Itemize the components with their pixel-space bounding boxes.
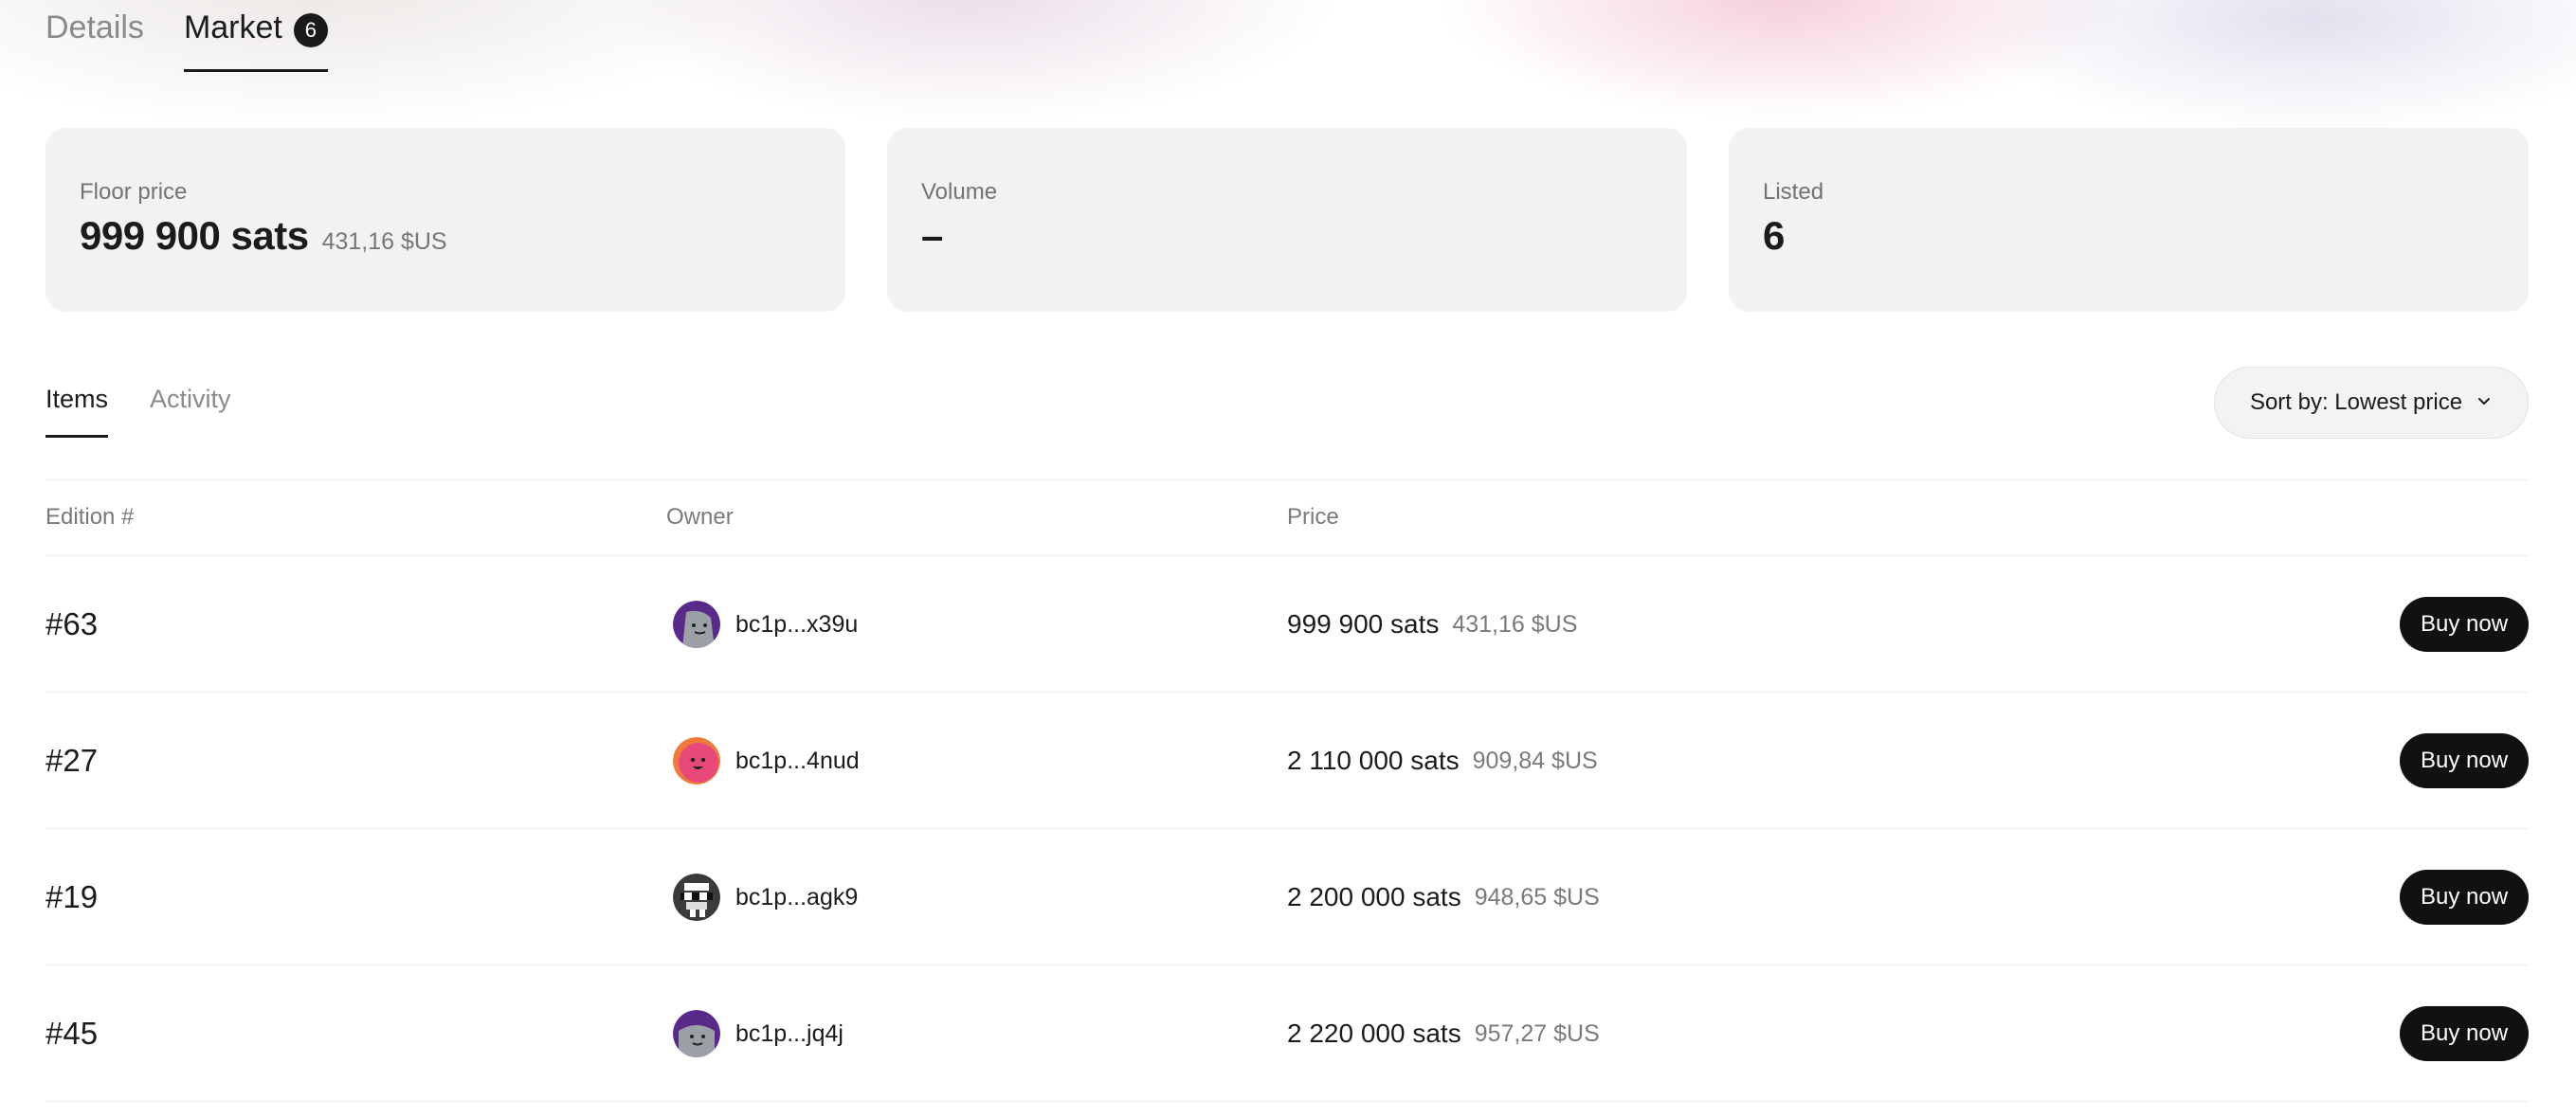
table-row: #45 bc1p...jq4j 2 220 000 sats 957,27 $U… <box>45 965 2529 1102</box>
black-white-pixel-avatar-icon <box>673 874 720 921</box>
volume-value: – <box>921 213 943 258</box>
buy-now-button[interactable]: Buy now <box>2400 870 2529 925</box>
market-page: Details Market 6 Floor price 999 900 sat… <box>0 0 2576 1118</box>
listed-label: Listed <box>1763 179 1824 205</box>
table-row: #19 bc1p...agk9 2 200 000 sats 948,65 $U… <box>45 829 2529 965</box>
tab-market[interactable]: Market 6 <box>183 9 328 72</box>
tab-details[interactable]: Details <box>45 9 144 72</box>
volume-label: Volume <box>921 179 998 205</box>
price-sats: 999 900 sats <box>1287 609 1440 639</box>
stats-row: Floor price 999 900 sats 431,16 $US Volu… <box>45 128 2529 312</box>
floor-price-usd: 431,16 $US <box>321 228 447 255</box>
tab-activity[interactable]: Activity <box>150 385 231 438</box>
edition-number: #27 <box>45 743 99 778</box>
buy-now-button[interactable]: Buy now <box>2400 597 2529 652</box>
column-header-price: Price <box>1287 504 1339 530</box>
owner-address: bc1p...jq4j <box>735 1019 844 1047</box>
purple-grey-avatar-icon <box>673 1010 720 1057</box>
listed-card: Listed 6 <box>1729 128 2529 312</box>
price-sats: 2 220 000 sats <box>1287 1019 1461 1048</box>
owner-link[interactable]: bc1p...jq4j <box>673 965 844 1102</box>
owner-link[interactable]: bc1p...agk9 <box>673 829 858 965</box>
listed-value: 6 <box>1763 213 1785 258</box>
divider <box>45 479 2529 480</box>
tab-items[interactable]: Items <box>45 385 109 438</box>
price-cell: 2 110 000 sats 909,84 $US <box>1287 693 1598 829</box>
price-sats: 2 110 000 sats <box>1287 746 1460 775</box>
price-usd: 431,16 $US <box>1452 610 1578 638</box>
column-header-edition: Edition # <box>45 504 135 530</box>
price-cell: 2 200 000 sats 948,65 $US <box>1287 829 1600 965</box>
floor-price-value: 999 900 sats <box>80 213 309 258</box>
tab-market-label: Market <box>183 9 282 45</box>
buy-now-button[interactable]: Buy now <box>2400 733 2529 788</box>
price-cell: 999 900 sats 431,16 $US <box>1287 556 1577 693</box>
pink-orange-avatar-icon <box>673 737 720 784</box>
edition-number: #63 <box>45 606 99 641</box>
top-tabs: Details Market 6 <box>45 9 328 72</box>
owner-link[interactable]: bc1p...4nud <box>673 693 860 829</box>
sort-label: Sort by: Lowest price <box>2249 389 2463 415</box>
floor-price-label: Floor price <box>80 179 188 205</box>
table-row: #27 bc1p...4nud 2 110 000 sats 909,84 $U… <box>45 693 2529 829</box>
edition-number: #45 <box>45 1016 99 1051</box>
edition-number: #19 <box>45 879 99 914</box>
owner-address: bc1p...x39u <box>735 610 859 638</box>
sub-tabs: Items Activity <box>45 385 231 438</box>
market-count-badge: 6 <box>293 13 328 47</box>
price-usd: 909,84 $US <box>1472 747 1598 774</box>
table-row: #63 bc1p...x39u 999 900 sats 431,16 $US … <box>45 556 2529 693</box>
price-usd: 948,65 $US <box>1474 883 1600 911</box>
price-usd: 957,27 $US <box>1474 1019 1600 1047</box>
chevron-down-icon <box>2476 389 2493 416</box>
tab-details-label: Details <box>45 9 144 45</box>
price-cell: 2 220 000 sats 957,27 $US <box>1287 965 1600 1102</box>
floor-price-card: Floor price 999 900 sats 431,16 $US <box>45 128 845 312</box>
price-sats: 2 200 000 sats <box>1287 882 1461 911</box>
owner-address: bc1p...agk9 <box>735 883 859 911</box>
owner-address: bc1p...4nud <box>735 747 860 774</box>
sort-dropdown[interactable]: Sort by: Lowest price <box>2214 367 2529 439</box>
owner-link[interactable]: bc1p...x39u <box>673 556 858 693</box>
column-header-owner: Owner <box>666 504 734 530</box>
volume-card: Volume – <box>887 128 1687 312</box>
purple-grey-avatar-icon <box>673 601 720 648</box>
buy-now-button[interactable]: Buy now <box>2400 1006 2529 1061</box>
